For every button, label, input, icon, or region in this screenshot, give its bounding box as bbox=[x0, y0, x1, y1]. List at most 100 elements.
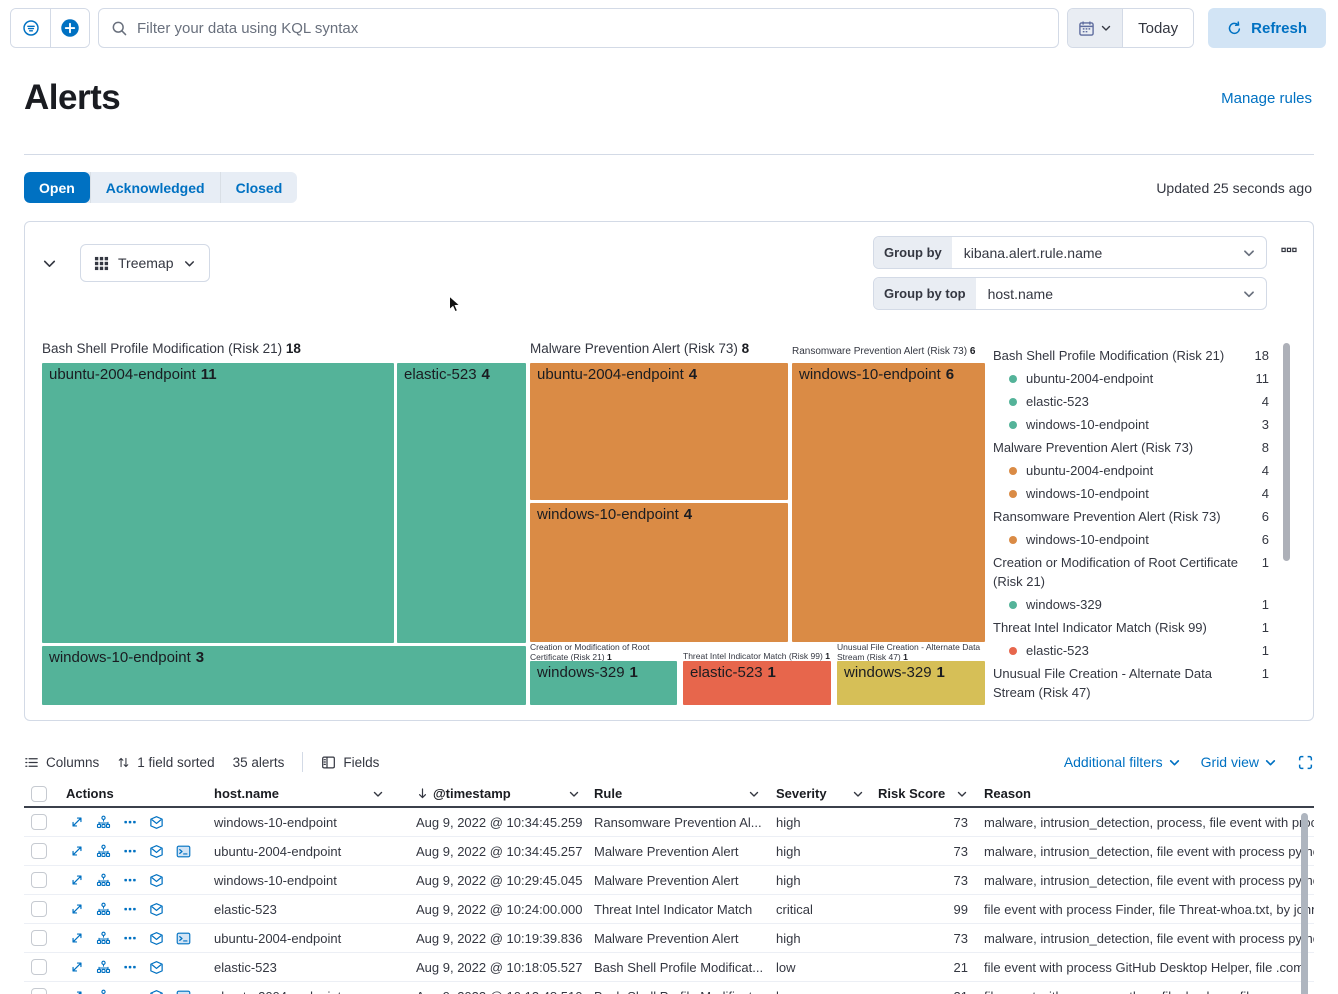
collapse-panel-icon[interactable] bbox=[41, 255, 58, 272]
today-button[interactable]: Today bbox=[1122, 9, 1193, 47]
expand-alert-icon[interactable] bbox=[70, 931, 84, 945]
analyze-event-icon[interactable] bbox=[96, 815, 111, 830]
session-view-icon[interactable] bbox=[176, 931, 191, 946]
session-view-icon[interactable] bbox=[176, 989, 191, 994]
tab-closed[interactable]: Closed bbox=[220, 172, 298, 203]
additional-filters-button[interactable]: Additional filters bbox=[1064, 754, 1181, 770]
legend-group-item[interactable]: Ransomware Prevention Alert (Risk 73)6 bbox=[993, 505, 1269, 528]
treemap-tile[interactable]: windows-10-endpoint3 bbox=[42, 646, 526, 705]
header-reason[interactable]: Reason bbox=[980, 786, 1314, 801]
expand-alert-icon[interactable] bbox=[70, 902, 84, 916]
updated-status-text: Updated 25 seconds ago bbox=[1156, 180, 1312, 196]
investigate-in-timeline-icon[interactable] bbox=[149, 902, 164, 917]
row-checkbox[interactable] bbox=[31, 959, 47, 975]
cell-reason: malware, intrusion_detection, file event… bbox=[980, 931, 1314, 946]
date-picker-calendar-button[interactable] bbox=[1068, 9, 1122, 47]
treemap-tile[interactable]: windows-10-endpoint4 bbox=[530, 503, 788, 642]
header-severity[interactable]: Severity bbox=[772, 786, 876, 801]
legend-item[interactable]: windows-10-endpoint4 bbox=[993, 482, 1269, 505]
more-actions-icon[interactable] bbox=[123, 844, 137, 858]
investigate-in-timeline-icon[interactable] bbox=[149, 844, 164, 859]
add-filter-button[interactable] bbox=[50, 9, 89, 47]
more-actions-icon[interactable] bbox=[123, 815, 137, 829]
fullscreen-icon[interactable] bbox=[1297, 754, 1314, 771]
row-checkbox[interactable] bbox=[31, 814, 47, 830]
group-by-top-select[interactable]: Group by top host.name bbox=[873, 277, 1267, 310]
analyze-event-icon[interactable] bbox=[96, 844, 111, 859]
table-scrollbar[interactable] bbox=[1301, 813, 1308, 994]
expand-alert-icon[interactable] bbox=[70, 960, 84, 974]
header-timestamp[interactable]: @timestamp bbox=[396, 786, 592, 801]
row-checkbox[interactable] bbox=[31, 901, 47, 917]
legend-group-item[interactable]: Threat Intel Indicator Match (Risk 99)1 bbox=[993, 616, 1269, 639]
analyze-event-icon[interactable] bbox=[96, 873, 111, 888]
date-picker: Today bbox=[1067, 8, 1194, 48]
legend-item[interactable]: ubuntu-2004-endpoint4 bbox=[993, 459, 1269, 482]
row-checkbox[interactable] bbox=[31, 988, 47, 994]
saved-query-button[interactable] bbox=[11, 9, 50, 47]
cell-severity: critical bbox=[772, 902, 876, 917]
legend-item[interactable]: windows-10-endpoint6 bbox=[993, 528, 1269, 551]
row-checkbox[interactable] bbox=[31, 872, 47, 888]
header-host-name[interactable]: host.name bbox=[210, 786, 396, 801]
panel-options-icon[interactable] bbox=[1281, 236, 1297, 258]
treemap-tile[interactable]: ubuntu-2004-endpoint11 bbox=[42, 363, 394, 643]
investigate-in-timeline-icon[interactable] bbox=[149, 931, 164, 946]
cell-reason: malware, intrusion_detection, file event… bbox=[980, 844, 1314, 859]
tab-open[interactable]: Open bbox=[24, 172, 90, 203]
more-actions-icon[interactable] bbox=[123, 931, 137, 945]
analyze-event-icon[interactable] bbox=[96, 960, 111, 975]
row-checkbox[interactable] bbox=[31, 930, 47, 946]
investigate-in-timeline-icon[interactable] bbox=[149, 815, 164, 830]
legend-item[interactable]: ubuntu-2004-endpoint11 bbox=[993, 367, 1269, 390]
treemap-tile[interactable]: elastic-5231 bbox=[683, 661, 831, 705]
more-actions-icon[interactable] bbox=[123, 989, 137, 994]
investigate-in-timeline-icon[interactable] bbox=[149, 960, 164, 975]
row-checkbox[interactable] bbox=[31, 843, 47, 859]
session-view-icon[interactable] bbox=[176, 844, 191, 859]
legend-group-item[interactable]: Unusual File Creation - Alternate Data S… bbox=[993, 662, 1269, 704]
expand-alert-icon[interactable] bbox=[70, 844, 84, 858]
select-all-checkbox[interactable] bbox=[31, 786, 47, 802]
treemap-tile[interactable]: windows-10-endpoint6 bbox=[792, 363, 985, 642]
investigate-in-timeline-icon[interactable] bbox=[149, 989, 164, 994]
legend-item[interactable]: windows-10-endpoint3 bbox=[993, 413, 1269, 436]
investigate-in-timeline-icon[interactable] bbox=[149, 873, 164, 888]
refresh-button[interactable]: Refresh bbox=[1208, 8, 1326, 48]
cell-rule: Malware Prevention Alert bbox=[592, 873, 772, 888]
manage-rules-link[interactable]: Manage rules bbox=[1221, 90, 1312, 107]
analyze-event-icon[interactable] bbox=[96, 931, 111, 946]
analyze-event-icon[interactable] bbox=[96, 902, 111, 917]
kql-search-input[interactable] bbox=[137, 20, 1046, 37]
legend-item[interactable]: elastic-5231 bbox=[993, 639, 1269, 662]
legend-item[interactable]: elastic-5234 bbox=[993, 390, 1269, 413]
more-actions-icon[interactable] bbox=[123, 873, 137, 887]
cell-rule: Malware Prevention Alert bbox=[592, 844, 772, 859]
legend-scrollbar[interactable] bbox=[1283, 343, 1290, 705]
expand-alert-icon[interactable] bbox=[70, 989, 84, 994]
legend-group-item[interactable]: Creation or Modification of Root Certifi… bbox=[993, 551, 1269, 593]
legend-group-item[interactable]: Malware Prevention Alert (Risk 73)8 bbox=[993, 436, 1269, 459]
legend-group-item[interactable]: Bash Shell Profile Modification (Risk 21… bbox=[993, 344, 1269, 367]
treemap-tile[interactable]: windows-3291 bbox=[837, 661, 985, 705]
header-risk-score[interactable]: Risk Score bbox=[876, 786, 980, 801]
chart-type-select[interactable]: Treemap bbox=[80, 244, 210, 282]
expand-alert-icon[interactable] bbox=[70, 873, 84, 887]
sort-fields-button[interactable]: 1 field sorted bbox=[117, 755, 214, 770]
header-rule[interactable]: Rule bbox=[592, 786, 772, 801]
expand-alert-icon[interactable] bbox=[70, 815, 84, 829]
analyze-event-icon[interactable] bbox=[96, 989, 111, 994]
fields-button[interactable]: Fields bbox=[321, 755, 379, 770]
tab-acknowledged[interactable]: Acknowledged bbox=[90, 172, 220, 203]
more-actions-icon[interactable] bbox=[123, 902, 137, 916]
treemap-tile[interactable]: elastic-5234 bbox=[397, 363, 526, 643]
legend-item[interactable]: windows-3291 bbox=[993, 593, 1269, 616]
cell-host-name: windows-10-endpoint bbox=[210, 815, 396, 830]
group-by-select[interactable]: Group by kibana.alert.rule.name bbox=[873, 236, 1267, 269]
treemap-chart[interactable]: Bash Shell Profile Modification (Risk 21… bbox=[42, 343, 985, 707]
columns-button[interactable]: Columns bbox=[24, 755, 99, 770]
grid-view-button[interactable]: Grid view bbox=[1201, 754, 1277, 770]
more-actions-icon[interactable] bbox=[123, 960, 137, 974]
treemap-tile[interactable]: windows-3291 bbox=[530, 661, 677, 705]
treemap-tile[interactable]: ubuntu-2004-endpoint4 bbox=[530, 363, 788, 500]
